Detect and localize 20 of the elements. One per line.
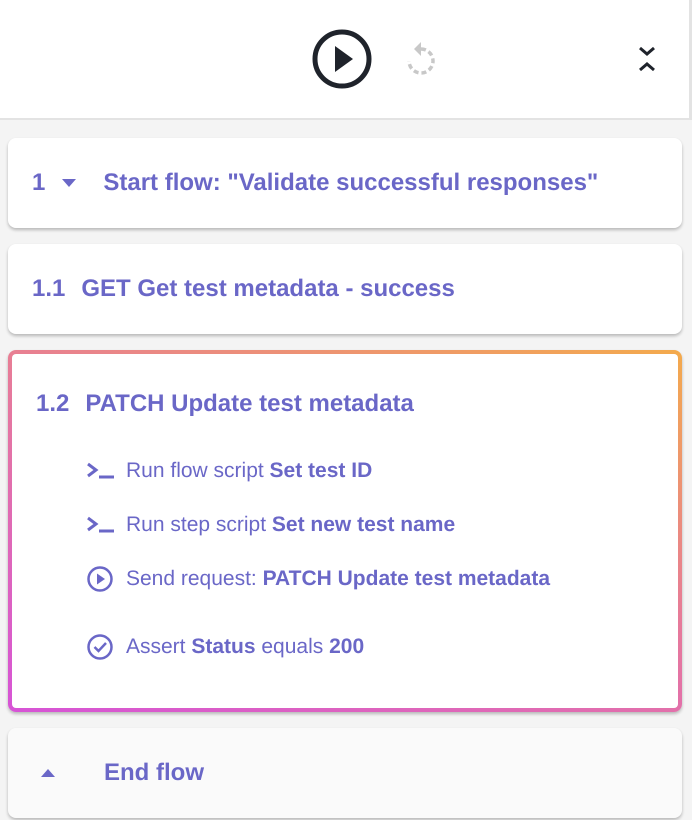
step-title[interactable]: Start flow: "Validate successful responses" — [103, 169, 598, 197]
step-number: 1.1 — [32, 275, 66, 303]
step-title[interactable]: PATCH Update test metadata — [85, 390, 414, 418]
step-title[interactable]: GET Get test metadata - success — [81, 275, 455, 303]
step-number: 1.2 — [36, 390, 70, 418]
terminal-icon — [86, 515, 116, 535]
step-title[interactable]: End flow — [104, 759, 204, 787]
action-text: Assert Status equals 200 — [126, 635, 364, 659]
action-text: Send request: PATCH Update test metadata — [126, 567, 550, 591]
step-card[interactable]: End flow — [8, 728, 682, 818]
collapse-all-button[interactable] — [637, 45, 657, 73]
step-card[interactable]: 1 Start flow: "Validate successful responses" — [8, 138, 682, 228]
terminal-icon — [86, 461, 116, 481]
action-text: Run flow script Set test ID — [126, 459, 372, 483]
step-card[interactable]: 1.1 GET Get test metadata - success — [8, 244, 682, 334]
caret-down-icon[interactable] — [61, 178, 78, 188]
caret-up-icon[interactable] — [40, 768, 56, 778]
run-button[interactable] — [310, 27, 374, 91]
step-number: 1 — [32, 169, 46, 197]
action-text: Run step script Set new test name — [126, 513, 456, 537]
